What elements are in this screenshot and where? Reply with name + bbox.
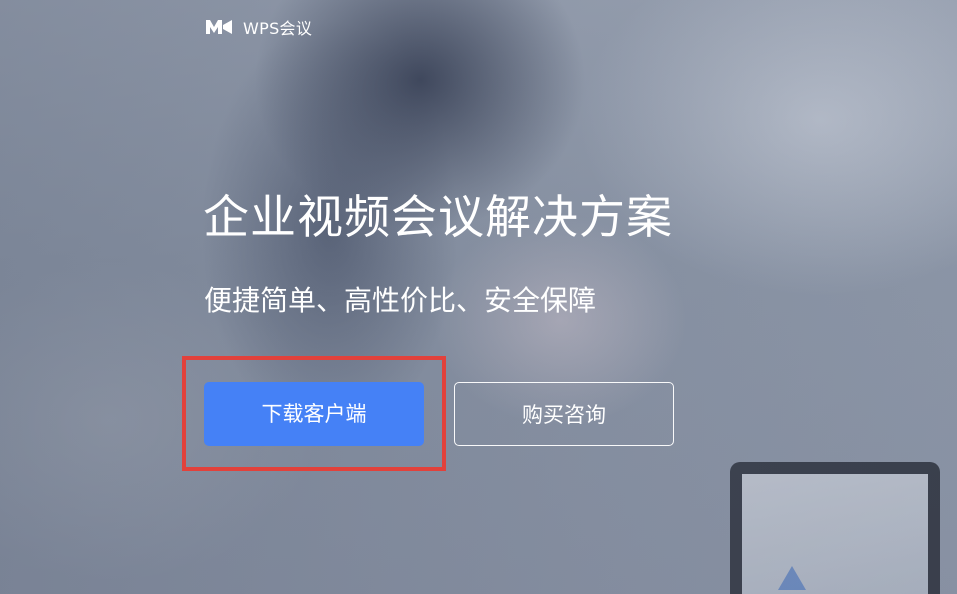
- hero-title: 企业视频会议解决方案: [203, 190, 673, 244]
- brand-logo[interactable]: WPS会议: [205, 15, 312, 39]
- purchase-consult-button[interactable]: 购买咨询: [454, 382, 674, 446]
- wps-meeting-logo-icon: [206, 20, 232, 34]
- download-client-button[interactable]: 下载客户端: [204, 382, 424, 446]
- hero-banner: WPS会议 企业视频会议解决方案 便捷简单、高性价比、安全保障 下载客户端 购买…: [0, 0, 957, 594]
- brand-name: WPS会议: [243, 19, 313, 38]
- hero-subtitle: 便捷简单、高性价比、安全保障: [204, 284, 597, 317]
